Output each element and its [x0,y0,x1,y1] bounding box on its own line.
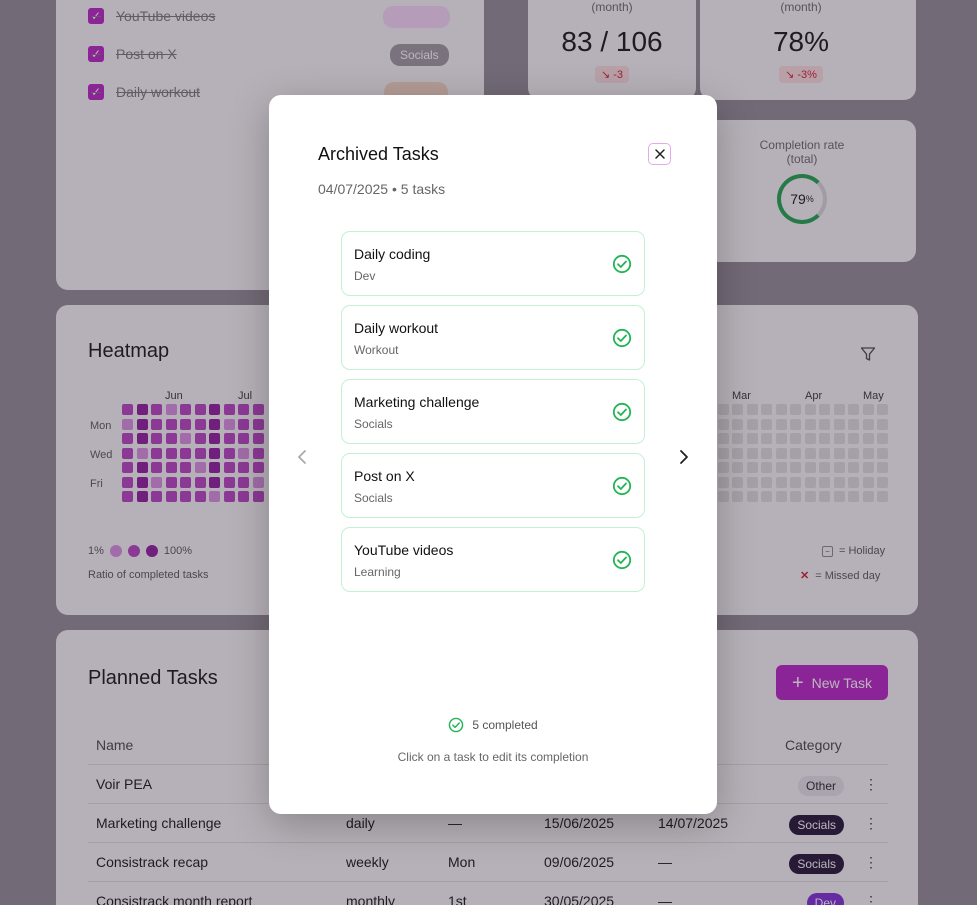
task-category: Socials [354,491,393,505]
task-category: Socials [354,417,393,431]
archived-task-card[interactable]: Marketing challenge Socials [341,379,645,444]
task-name: Daily workout [354,320,439,336]
check-circle-icon [612,402,632,422]
modal-title: Archived Tasks [318,144,439,164]
task-name: Daily coding [354,246,431,262]
previous-day-arrow[interactable] [294,447,310,467]
close-button[interactable] [648,143,671,165]
archive-date: 04/07/2025 [318,181,389,197]
close-icon [654,149,665,159]
check-circle-icon [612,550,632,570]
task-name: YouTube videos [354,542,454,558]
task-category: Dev [354,269,376,283]
check-circle-icon [449,717,464,733]
task-name: Marketing challenge [354,394,480,410]
check-circle-icon [612,254,632,274]
archived-task-card[interactable]: Post on X Socials [341,453,645,518]
task-category: Workout [354,343,399,357]
archived-task-card[interactable]: Daily workout Workout [341,305,645,370]
completion-summary: 5 completed [269,717,717,733]
archived-tasks-modal: Archived Tasks 04/07/2025 • 5 tasks Dail… [269,95,717,814]
task-name: Post on X [354,468,415,484]
check-circle-icon [612,476,632,496]
check-circle-icon [612,328,632,348]
archived-task-card[interactable]: YouTube videos Learning [341,527,645,592]
modal-subtitle: 04/07/2025 • 5 tasks [318,181,446,197]
task-count: 5 tasks [400,181,446,197]
edit-hint: Click on a task to edit its completion [397,750,589,764]
archived-task-list: Daily coding Dev Daily workout Workout Marke… [341,231,645,601]
archived-task-card[interactable]: Daily coding Dev [341,231,645,296]
next-day-arrow[interactable] [676,447,692,467]
completed-count: 5 completed [472,718,538,732]
task-category: Learning [354,565,401,579]
